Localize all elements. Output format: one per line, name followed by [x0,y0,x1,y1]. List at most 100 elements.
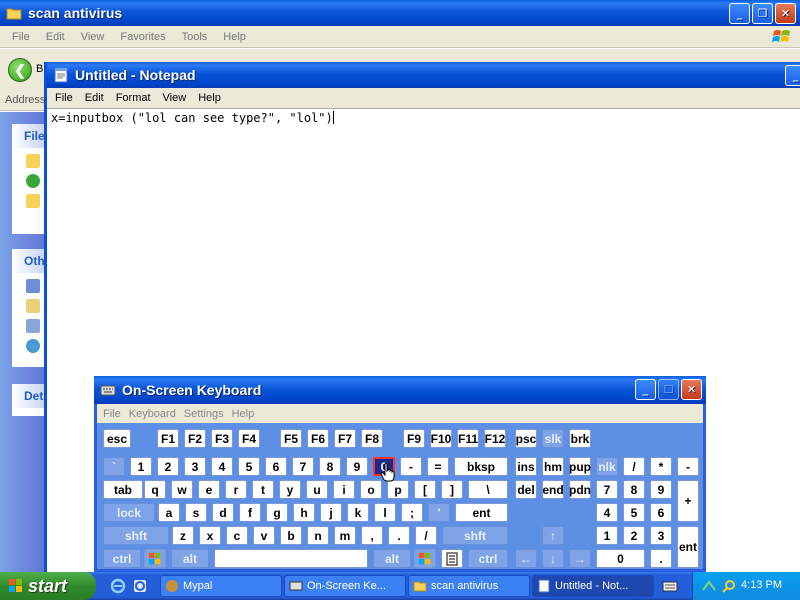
key-f8[interactable]: F8 [361,429,383,448]
documents-icon[interactable] [26,299,40,313]
key-c[interactable]: c [226,526,248,545]
key-z[interactable]: z [172,526,194,545]
key-2[interactable]: 2 [157,457,179,476]
notepad-menu-edit[interactable]: Edit [79,92,110,104]
explorer-minimize-button[interactable]: _ [729,3,750,24]
key-f4[interactable]: F4 [238,429,260,448]
key-f12[interactable]: F12 [484,429,506,448]
key-g[interactable]: g [266,503,288,522]
notepad-menu-view[interactable]: View [157,92,193,104]
key-h[interactable]: h [293,503,315,522]
key-b[interactable]: b [280,526,302,545]
osk-menu-keyboard[interactable]: Keyboard [125,408,180,420]
key-a[interactable]: a [158,503,180,522]
key-space[interactable] [214,549,368,568]
key-slash[interactable]: / [415,526,437,545]
key-f2[interactable]: F2 [184,429,206,448]
key-9[interactable]: 9 [346,457,368,476]
notepad-menu-format[interactable]: Format [110,92,157,104]
key-7[interactable]: 7 [292,457,314,476]
key-6[interactable]: 6 [265,457,287,476]
key-n[interactable]: n [307,526,329,545]
key-d[interactable]: d [212,503,234,522]
key-x[interactable]: x [199,526,221,545]
notepad-minimize-button[interactable]: _ [785,65,800,86]
key-alt[interactable]: alt [171,549,209,568]
key-minus[interactable]: - [677,457,699,476]
key-ctrl[interactable]: ctrl [468,549,508,568]
key-7[interactable]: 7 [596,480,618,499]
key-period[interactable]: . [650,549,672,568]
key-brk[interactable]: brk [569,429,591,448]
publish-icon[interactable] [26,174,40,188]
key-3[interactable]: 3 [650,526,672,545]
key-f1[interactable]: F1 [157,429,179,448]
key-windows[interactable] [144,549,166,568]
key-ctrl[interactable]: ctrl [103,549,141,568]
key-bksp[interactable]: bksp [454,457,508,476]
key-comma[interactable]: , [361,526,383,545]
explorer-menu-file[interactable]: File [4,31,38,43]
osk-close-button[interactable]: ✕ [681,379,702,400]
key-right[interactable]: → [569,549,591,568]
explorer-menu-tools[interactable]: Tools [174,31,216,43]
key-end[interactable]: end [542,480,564,499]
explorer-menu-view[interactable]: View [73,31,113,43]
key-quote[interactable]: ' [428,503,450,522]
osk-menu-settings[interactable]: Settings [180,408,228,420]
key-alt[interactable]: alt [373,549,411,568]
key-s[interactable]: s [185,503,207,522]
key-k[interactable]: k [347,503,369,522]
explorer-close-button[interactable]: ✕ [775,3,796,24]
key-w[interactable]: w [171,480,193,499]
computer-icon[interactable] [26,319,40,333]
key-shft[interactable]: shft [103,526,169,545]
key-ent[interactable]: ent [455,503,508,522]
desktop-icon[interactable] [26,279,40,293]
key-3[interactable]: 3 [184,457,206,476]
key-pup[interactable]: pup [569,457,591,476]
taskpane-head-file[interactable]: File [12,124,46,148]
key-f9[interactable]: F9 [403,429,425,448]
taskpane-head-details[interactable]: Det [12,384,46,408]
key-f10[interactable]: F10 [430,429,452,448]
key-shft[interactable]: shft [442,526,508,545]
explorer-menu-edit[interactable]: Edit [38,31,73,43]
key-lbracket[interactable]: [ [414,480,436,499]
key-8[interactable]: 8 [319,457,341,476]
key-pdn[interactable]: pdn [569,480,591,499]
key-v[interactable]: v [253,526,275,545]
key-f6[interactable]: F6 [307,429,329,448]
start-button[interactable]: start [0,572,96,600]
osk-menu-help[interactable]: Help [228,408,259,420]
key-j[interactable]: j [320,503,342,522]
key-backtick[interactable]: ` [103,457,125,476]
key-psc[interactable]: psc [515,429,537,448]
notepad-menu-help[interactable]: Help [192,92,227,104]
key-e[interactable]: e [198,480,220,499]
taskpane-head-other[interactable]: Oth [12,249,46,273]
key-f11[interactable]: F11 [457,429,479,448]
key-windows[interactable] [414,549,436,568]
key-5[interactable]: 5 [238,457,260,476]
key-period[interactable]: . [388,526,410,545]
key-lock[interactable]: lock [103,503,155,522]
key-hm[interactable]: hm [542,457,564,476]
key-numpad-plus[interactable]: + [677,480,699,522]
key-5[interactable]: 5 [623,503,645,522]
key-l[interactable]: l [374,503,396,522]
task-scan-antivirus[interactable]: scan antivirus [408,575,530,597]
key-1[interactable]: 1 [596,526,618,545]
key-tab[interactable]: tab [103,480,143,499]
key-0[interactable]: 0 [596,549,645,568]
key-esc[interactable]: esc [103,429,131,448]
key-p[interactable]: p [387,480,409,499]
explorer-title-bar[interactable]: scan antivirus _ ❐ ✕ [0,0,800,26]
key-backslash[interactable]: \ [468,480,508,499]
explorer-menu-favorites[interactable]: Favorites [112,31,173,43]
key-f7[interactable]: F7 [334,429,356,448]
keyboard-tray-icon[interactable] [662,578,678,594]
key-semicolon[interactable]: ; [401,503,423,522]
key-o[interactable]: o [360,480,382,499]
task-notepad[interactable]: Untitled - Not... [532,575,654,597]
